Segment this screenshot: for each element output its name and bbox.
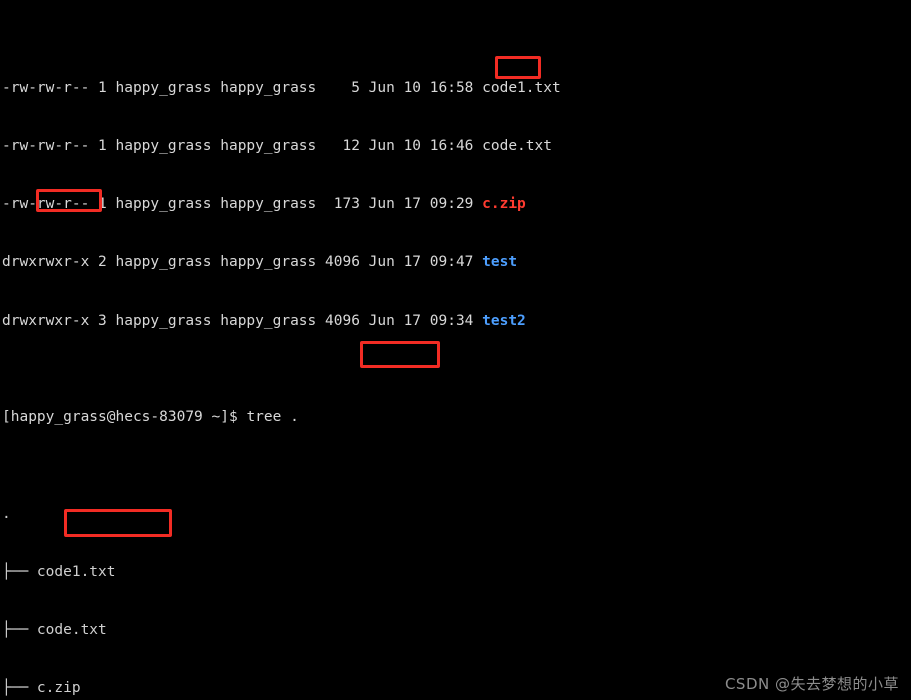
highlight-box-unzip-flag [360,341,440,368]
ls-row-meta: drwxrwxr-x 3 happy_grass happy_grass 409… [2,312,483,329]
ls-dir-test2: test2 [482,312,526,329]
ls-file-code-txt: code.txt [482,138,552,155]
ls-row-meta: drwxrwxr-x 2 happy_grass happy_grass 409… [2,254,483,271]
tree1-line: ├── code1.txt [2,563,116,580]
watermark: CSDN @失去梦想的小草 [724,674,899,693]
ls-row: drwxrwxr-x 2 happy_grass happy_grass 409… [2,253,911,272]
ls-dir-test: test [482,254,518,271]
command-text-tree: tree . [246,409,299,426]
tree1-line: . [2,505,11,522]
terminal-window[interactable]: -rw-rw-r-- 1 happy_grass happy_grass 5 J… [0,0,911,700]
tree1-line: ├── code.txt [2,622,107,638]
shell-prompt: [happy_grass@hecs-83079 ~]$ [2,409,247,426]
ls-row: drwxrwxr-x 3 happy_grass happy_grass 409… [2,312,911,331]
ls-file-c-zip: c.zip [482,196,526,213]
ls-file-code1-txt: code1.txt [482,80,561,97]
highlight-box-ls-test [495,56,541,79]
ls-row: -rw-rw-r-- 1 happy_grass happy_grass 5 J… [2,79,911,98]
ls-row: -rw-rw-r-- 1 happy_grass happy_grass 173… [2,195,911,214]
ls-row: -rw-rw-r-- 1 happy_grass happy_grass 12 … [2,137,911,156]
ls-row-meta: -rw-rw-r-- 1 happy_grass happy_grass 12 … [2,138,483,155]
ls-row-meta: -rw-rw-r-- 1 happy_grass happy_grass 5 J… [2,80,483,97]
ls-row-meta: -rw-rw-r-- 1 happy_grass happy_grass 173… [2,196,483,213]
command-line-tree-1: [happy_grass@hecs-83079 ~]$ tree . [2,408,911,427]
